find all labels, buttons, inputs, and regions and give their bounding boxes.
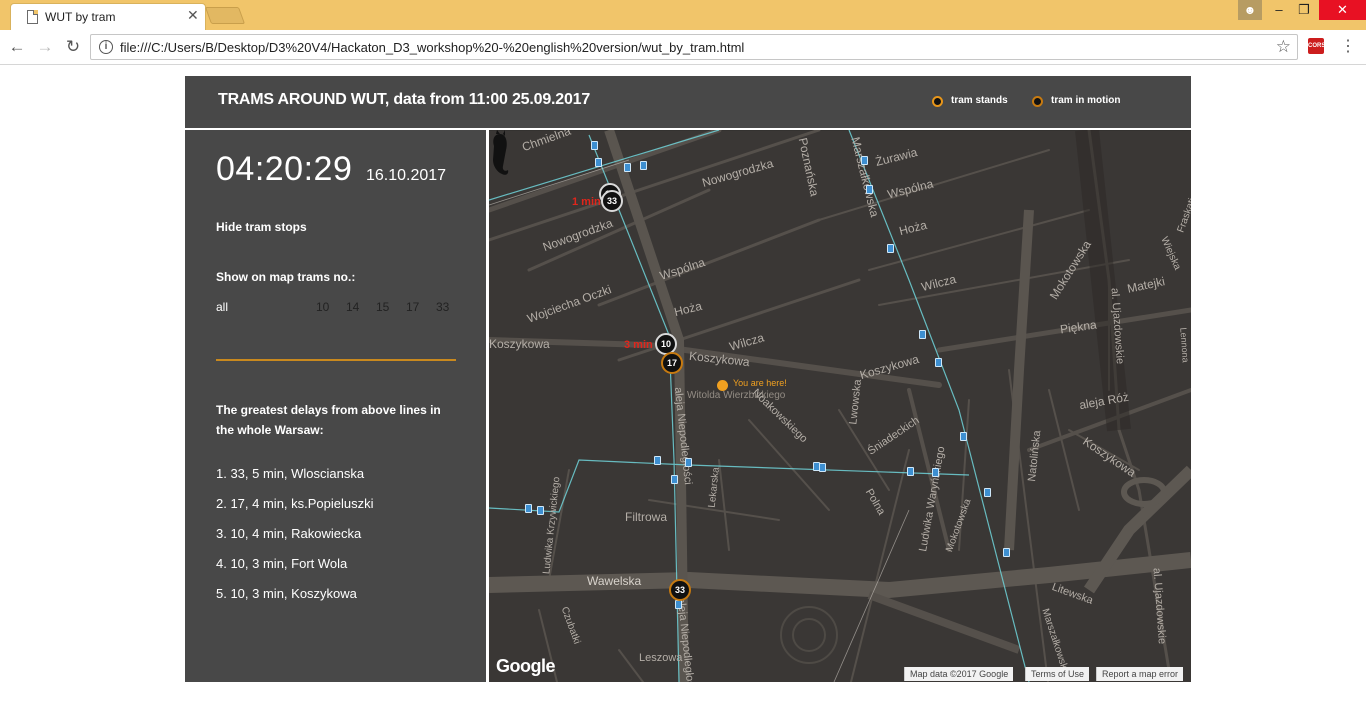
address-bar[interactable]: i file:///C:/Users/B/Desktop/D3%20V4/Hac… [90, 34, 1298, 60]
page-header: TRAMS AROUND WUT, data from 11:00 25.09.… [185, 76, 1191, 128]
street-label: Leszowa [639, 652, 683, 664]
tram-stop-icon[interactable] [525, 504, 532, 513]
tram-stop-icon[interactable] [654, 456, 661, 465]
tram-stop-icon[interactable] [866, 185, 873, 194]
cors-extension-icon[interactable]: CORS [1308, 38, 1325, 54]
filter-line-14[interactable]: 14 [346, 300, 359, 314]
hide-tram-stops-button[interactable]: Hide tram stops [216, 220, 307, 234]
terms-of-use-link[interactable]: Terms of Use [1025, 667, 1090, 681]
tram-stop-icon[interactable] [537, 506, 544, 515]
divider [216, 359, 456, 361]
you-are-here-marker [717, 380, 728, 391]
delay-item: 4. 10, 3 min, Fort Wola [216, 556, 348, 571]
browser-titlebar: WUT by tram ✕ ☻ – ❐ ✕ [0, 0, 1366, 30]
report-map-error-link[interactable]: Report a map error [1096, 667, 1184, 681]
browser-tab[interactable]: WUT by tram ✕ [10, 3, 206, 30]
tram-eta-label: 3 min [624, 339, 653, 351]
delay-item: 1. 33, 5 min, Wloscianska [216, 466, 365, 481]
street-view-pegman-icon[interactable] [489, 130, 511, 180]
tram-stand-marker-icon [932, 96, 943, 107]
url-text[interactable]: file:///C:/Users/B/Desktop/D3%20V4/Hacka… [120, 40, 744, 55]
user-icon[interactable]: ☻ [1238, 0, 1262, 20]
delays-title: The greatest delays from above lines in … [216, 403, 441, 437]
maximize-button[interactable]: ❐ [1291, 0, 1317, 20]
tram-stop-icon[interactable] [671, 475, 678, 484]
filter-all[interactable]: all [216, 300, 228, 314]
tram-stop-icon[interactable] [935, 358, 942, 367]
street-label: Koszykowa [489, 337, 550, 351]
tram-stop-icon[interactable] [624, 163, 631, 172]
tram-stop-icon[interactable] [861, 156, 868, 165]
tram-stop-icon[interactable] [819, 463, 826, 472]
close-window-button[interactable]: ✕ [1319, 0, 1366, 20]
filter-line-15[interactable]: 15 [376, 300, 389, 314]
street-label: Wawelska [587, 574, 642, 588]
tram-stop-icon[interactable] [919, 330, 926, 339]
filter-line-10[interactable]: 10 [316, 300, 329, 314]
delay-item: 5. 10, 3 min, Koszykowa [216, 586, 357, 601]
google-logo: Google [496, 656, 556, 676]
tram-stop-icon[interactable] [984, 488, 991, 497]
tram-stop-icon[interactable] [675, 600, 682, 609]
tram-stop-icon[interactable] [932, 468, 939, 477]
filter-line-33[interactable]: 33 [436, 300, 449, 314]
tram-marker[interactable]: 33 [669, 579, 691, 601]
page-icon [27, 10, 38, 24]
tram-stop-icon[interactable] [907, 467, 914, 476]
info-icon[interactable]: i [99, 40, 113, 54]
tram-stop-icon[interactable] [685, 458, 692, 467]
tram-stop-icon[interactable] [640, 161, 647, 170]
delay-item: 2. 17, 4 min, ks.Popieluszki [216, 496, 374, 511]
tram-marker[interactable]: 17 [661, 352, 683, 374]
sidebar: 04:20:29 16.10.2017 Hide tram stops Show… [185, 130, 486, 682]
browser-toolbar: ← → ↻ i file:///C:/Users/B/Desktop/D3%20… [0, 30, 1366, 65]
filter-line-17[interactable]: 17 [406, 300, 419, 314]
bookmark-star-icon[interactable]: ☆ [1276, 37, 1291, 57]
delay-item: 3. 10, 4 min, Rakowiecka [216, 526, 362, 541]
legend-label: tram stands [951, 95, 1008, 106]
show-trams-label: Show on map trams no.: [216, 270, 356, 284]
minimize-button[interactable]: – [1266, 0, 1292, 20]
tram-eta-label: 1 min [572, 196, 601, 208]
new-tab-button[interactable] [204, 7, 246, 24]
street-label: Filtrowa [625, 510, 668, 524]
tram-map[interactable]: Chmielna Poznańska Marszałkowska Żurawia… [489, 130, 1191, 682]
tab-close-icon[interactable]: ✕ [187, 7, 199, 24]
date: 16.10.2017 [366, 167, 447, 184]
you-are-here-label: You are here! [733, 378, 787, 388]
tram-motion-marker-icon [1032, 96, 1043, 107]
tram-stop-icon[interactable] [595, 158, 602, 167]
browser-menu-icon[interactable]: ⋮ [1340, 36, 1356, 58]
tram-marker[interactable]: 33 [601, 190, 623, 212]
page-title: TRAMS AROUND WUT, data from 11:00 25.09.… [218, 91, 591, 108]
delay-list: 1. 33, 5 min, Wloscianska 2. 17, 4 min, … [216, 466, 374, 616]
tram-stop-icon[interactable] [960, 432, 967, 441]
map-data-attribution: Map data ©2017 Google [904, 667, 1014, 681]
tab-title: WUT by tram [45, 10, 116, 24]
tram-stop-icon[interactable] [591, 141, 598, 150]
clock: 04:20:29 [216, 150, 353, 188]
tram-stop-icon[interactable] [887, 244, 894, 253]
tram-stop-icon[interactable] [1003, 548, 1010, 557]
legend-label: tram in motion [1051, 95, 1121, 106]
reload-button[interactable]: ↻ [62, 36, 84, 58]
forward-button[interactable]: → [34, 36, 56, 58]
back-button[interactable]: ← [6, 36, 28, 58]
